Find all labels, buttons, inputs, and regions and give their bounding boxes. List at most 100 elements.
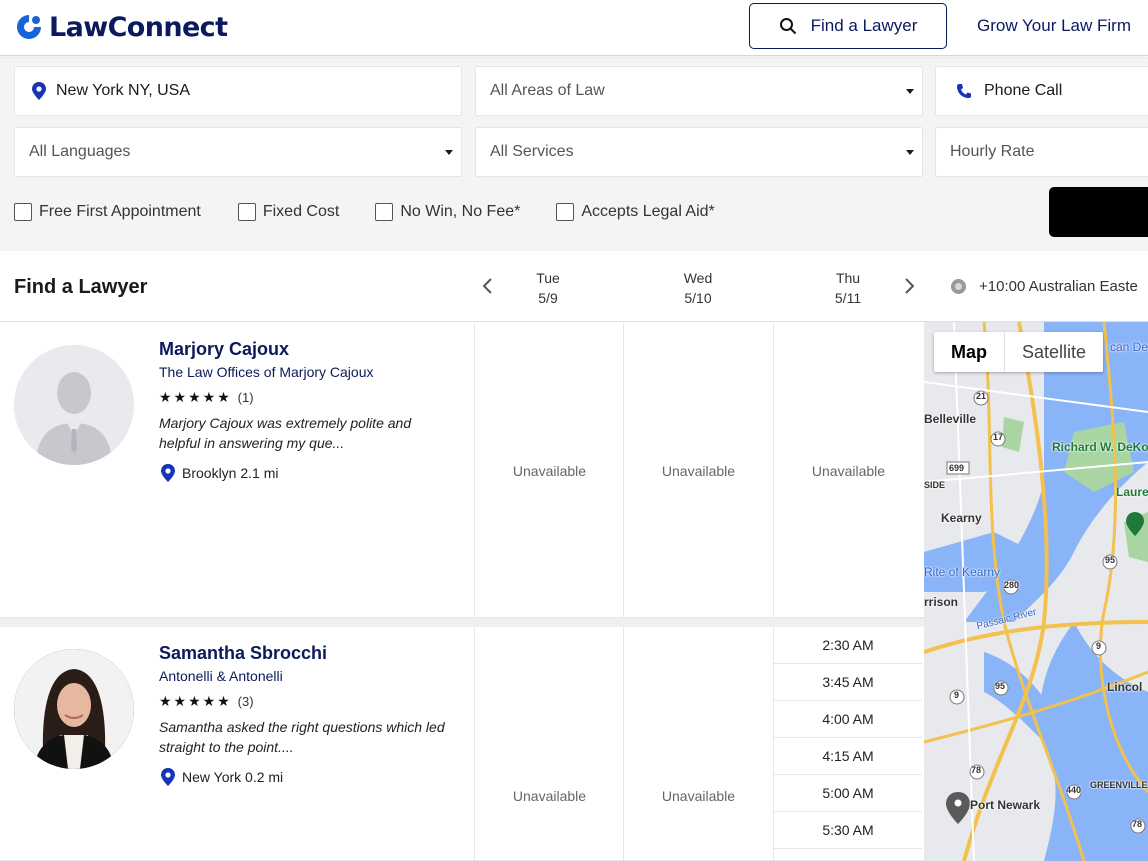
results-title: Find a Lawyer <box>14 276 148 298</box>
stars-icon: ★★★★★ <box>159 389 232 405</box>
lawyer-firm[interactable]: Antonelli & Antonelli <box>159 668 283 684</box>
review-count: (3) <box>237 694 254 709</box>
checkbox-box[interactable] <box>14 203 32 221</box>
map-label: Richard W. DeKorte Park <box>1052 440 1148 454</box>
location-value: New York NY, USA <box>56 82 190 99</box>
free-first-appointment-checkbox[interactable]: Free First Appointment <box>14 203 201 221</box>
avatar-placeholder[interactable] <box>14 345 134 465</box>
results-header: Find a Lawyer Tue 5/9 Wed 5/10 Thu 5/11 … <box>0 252 1148 322</box>
route-shield-label: 9 <box>1096 641 1102 651</box>
map-label: rrison <box>924 595 959 609</box>
day-column: Unavailable <box>623 323 772 617</box>
lawyer-photo[interactable] <box>14 649 134 769</box>
languages-value: All Languages <box>29 143 131 160</box>
day-column-header: Thu 5/11 <box>808 268 888 308</box>
review-snippet: Samantha asked the right questions which… <box>159 719 445 755</box>
location-text: New York 0.2 mi <box>182 769 284 785</box>
unavailable-label: Unavailable <box>512 463 587 479</box>
search-icon <box>779 18 796 35</box>
checkbox-box[interactable] <box>375 203 394 221</box>
location-input[interactable]: New York NY, USA <box>14 66 462 116</box>
day-date: 5/10 <box>684 290 712 306</box>
lawyer-name[interactable]: Marjory Cajoux <box>159 339 289 360</box>
areas-of-law-value: All Areas of Law <box>490 82 605 99</box>
review-snippet: Marjory Cajoux was extremely polite and … <box>159 415 412 451</box>
map-label: Laure Hill Pa <box>1116 485 1148 499</box>
lawyer-name[interactable]: Samantha Sbrocchi <box>159 643 327 664</box>
checkbox-box[interactable] <box>556 203 575 221</box>
day-column: Unavailable <box>474 627 623 860</box>
chevron-down-icon <box>906 150 914 155</box>
contact-method-select[interactable]: Phone Call <box>935 66 1148 116</box>
star-rating: ★★★★★ (1) <box>159 389 254 406</box>
map-label: Belleville <box>924 412 977 426</box>
page: LawConnect Find a Lawyer Grow Your Law F… <box>0 0 1148 861</box>
time-slot[interactable]: 5:30 AM <box>774 812 922 849</box>
day-date: 5/9 <box>538 290 558 306</box>
lawyer-location: New York 0.2 mi <box>161 768 283 786</box>
logo[interactable]: LawConnect <box>14 10 228 44</box>
day-column-header: Tue 5/9 <box>508 268 588 308</box>
route-shield-label: 78 <box>1132 819 1143 829</box>
unavailable-label: Unavailable <box>811 463 886 479</box>
satellite-view-button[interactable]: Satellite <box>1005 332 1103 372</box>
route-shield-label: 440 <box>1066 785 1082 795</box>
star-rating: ★★★★★ (3) <box>159 693 254 710</box>
map-type-toggle: Map Satellite <box>934 332 1104 372</box>
route-shield-label: 17 <box>993 432 1004 442</box>
phone-icon <box>957 84 971 98</box>
map-label: Rite of Kearny <box>924 565 1001 579</box>
chevron-down-icon <box>445 150 453 155</box>
lawyer-firm[interactable]: The Law Offices of Marjory Cajoux <box>159 364 374 380</box>
checkbox-label: Fixed Cost <box>262 203 340 220</box>
languages-select[interactable]: All Languages <box>14 127 462 177</box>
logo-icon <box>17 15 41 39</box>
checkbox-label: No Win, No Fee* <box>400 203 521 220</box>
review-count: (1) <box>237 390 254 405</box>
services-select[interactable]: All Services <box>475 127 923 177</box>
lawyer-card: Marjory Cajoux The Law Offices of Marjor… <box>0 323 924 618</box>
time-slot[interactable]: 4:15 AM <box>774 738 922 775</box>
fixed-cost-checkbox[interactable]: Fixed Cost <box>237 203 340 221</box>
find-a-lawyer-button[interactable]: Find a Lawyer <box>749 3 947 49</box>
lawyer-location: Brooklyn 2.1 mi <box>161 464 278 482</box>
no-win-no-fee-checkbox[interactable]: No Win, No Fee* <box>375 203 520 221</box>
unavailable-label: Unavailable <box>661 463 736 479</box>
hourly-rate-select[interactable]: Hourly Rate <box>935 127 1148 177</box>
time-slot[interactable]: 5:00 AM <box>774 775 922 812</box>
route-shield-label: 280 <box>1004 580 1020 590</box>
map-label: can De <box>1110 340 1148 354</box>
time-slot[interactable]: 2:30 AM <box>774 627 922 664</box>
route-shield-label: 95 <box>995 681 1006 691</box>
areas-of-law-select[interactable]: All Areas of Law <box>475 66 923 116</box>
checkbox-label: Free First Appointment <box>39 203 201 220</box>
next-days-chevron-icon[interactable] <box>902 277 916 295</box>
checkbox-box[interactable] <box>237 203 256 221</box>
time-slot[interactable]: 3:45 AM <box>774 664 922 701</box>
map-view-button[interactable]: Map <box>934 332 1005 372</box>
results-map[interactable]: Map Satellite Belleville Richard W. DeKo… <box>924 322 1148 861</box>
accepts-legal-aid-checkbox[interactable]: Accepts Legal Aid* <box>556 203 715 221</box>
location-text: Brooklyn 2.1 mi <box>182 465 279 481</box>
time-slot[interactable]: 4:00 AM <box>774 701 922 738</box>
find-a-lawyer-label: Find a Lawyer <box>810 16 918 35</box>
timezone-selector[interactable]: +10:00 Australian Easte <box>951 278 1138 295</box>
location-pin-icon <box>161 464 175 482</box>
map-label: GREENVILLE <box>1090 780 1148 790</box>
day-column: Unavailable <box>623 627 772 860</box>
search-submit-button[interactable] <box>1049 187 1148 237</box>
day-date: 5/11 <box>834 290 862 306</box>
previous-days-chevron-icon[interactable] <box>481 277 495 295</box>
search-filters: New York NY, USA All Areas of Law Phone … <box>0 57 1148 251</box>
route-shield-label: 78 <box>971 765 982 775</box>
map-label: Lincol <box>1107 680 1143 694</box>
top-header: LawConnect Find a Lawyer Grow Your Law F… <box>0 0 1148 56</box>
person-silhouette-icon <box>14 345 134 465</box>
lawyer-portrait-image <box>14 649 134 769</box>
card-divider <box>0 618 924 627</box>
unavailable-label: Unavailable <box>512 788 587 804</box>
route-shield-label: 699 <box>949 463 965 473</box>
lawyer-card: Samantha Sbrocchi Antonelli & Antonelli … <box>0 627 924 861</box>
grow-your-law-firm-link[interactable]: Grow Your Law Firm <box>977 16 1131 36</box>
route-shield-label: 21 <box>976 391 987 401</box>
